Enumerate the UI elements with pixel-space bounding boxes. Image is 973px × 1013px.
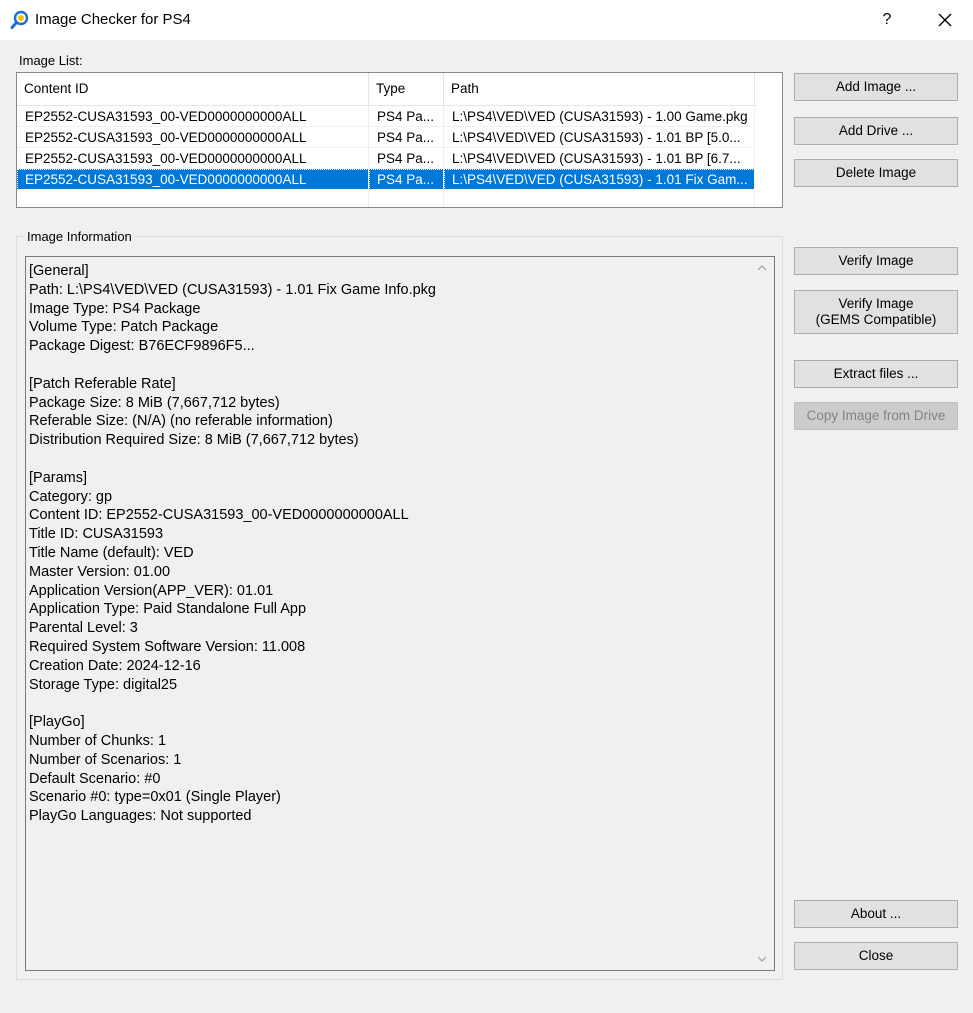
- close-window-icon[interactable]: [929, 6, 961, 34]
- scroll-down-icon[interactable]: [756, 954, 768, 964]
- info-line: Category: gp: [29, 488, 113, 505]
- cell-type: PS4 Pa...: [369, 127, 444, 148]
- add-image-button[interactable]: Add Image ...: [794, 73, 958, 101]
- info-text: [General] Path: L:\PS4\VED\VED (CUSA31593…: [29, 262, 436, 826]
- empty-cell: [369, 190, 444, 207]
- info-line: Distribution Required Size: 8 MiB (7,667…: [29, 432, 359, 449]
- column-header-content-id[interactable]: Content ID: [17, 73, 369, 105]
- info-line: Storage Type: digital25: [29, 676, 178, 693]
- info-line: [29, 694, 436, 713]
- help-button[interactable]: ?: [871, 6, 903, 34]
- image-information-label: Image Information: [24, 229, 135, 244]
- vertical-scrollbar[interactable]: [750, 257, 774, 970]
- column-header-path[interactable]: Path: [444, 73, 755, 105]
- empty-cell: [444, 190, 755, 207]
- image-information-textbox[interactable]: [General] Path: L:\PS4\VED\VED (CUSA31593…: [25, 256, 775, 971]
- info-line: Application Version(APP_VER): 01.01: [29, 582, 274, 599]
- cell-type: PS4 Pa...: [369, 169, 444, 190]
- scroll-up-icon[interactable]: [756, 263, 768, 273]
- info-line: [PlayGo]: [29, 714, 85, 731]
- verify-image-button[interactable]: Verify Image: [794, 247, 958, 275]
- info-line: Default Scenario: #0: [29, 770, 161, 787]
- image-list-view[interactable]: Content ID Type Path EP2552-CUSA31593_00…: [16, 72, 783, 208]
- info-line: Volume Type: Patch Package: [29, 319, 219, 336]
- info-line: [Params]: [29, 469, 88, 486]
- info-line: Master Version: 01.00: [29, 563, 171, 580]
- info-line: PlayGo Languages: Not supported: [29, 808, 252, 825]
- table-row[interactable]: EP2552-CUSA31593_00-VED0000000000ALL PS4 …: [17, 127, 755, 148]
- info-line: Package Digest: B76ECF9896F5...: [29, 338, 255, 355]
- verify-image-gems-button[interactable]: Verify Image (GEMS Compatible): [794, 290, 958, 334]
- cell-content-id: EP2552-CUSA31593_00-VED0000000000ALL: [17, 127, 369, 148]
- info-line: [29, 356, 436, 375]
- cell-content-id: EP2552-CUSA31593_00-VED0000000000ALL: [17, 106, 369, 127]
- table-row[interactable]: EP2552-CUSA31593_00-VED0000000000ALL PS4 …: [17, 169, 755, 190]
- info-line: Content ID: EP2552-CUSA31593_00-VED00000…: [29, 507, 409, 524]
- close-button[interactable]: Close: [794, 942, 958, 970]
- cell-path: L:\PS4\VED\VED (CUSA31593) - 1.00 Game.p…: [444, 106, 755, 127]
- image-list-label: Image List:: [19, 53, 83, 68]
- info-line: [Patch Referable Rate]: [29, 375, 176, 392]
- title-bar: Image Checker for PS4 ?: [0, 0, 973, 40]
- about-button[interactable]: About ...: [794, 900, 958, 928]
- add-drive-button[interactable]: Add Drive ...: [794, 117, 958, 145]
- list-header: Content ID Type Path: [17, 73, 757, 106]
- cell-path: L:\PS4\VED\VED (CUSA31593) - 1.01 Fix Ga…: [444, 169, 755, 190]
- info-line: Application Type: Paid Standalone Full A…: [29, 601, 307, 618]
- extract-files-button[interactable]: Extract files ...: [794, 360, 958, 388]
- info-line: Package Size: 8 MiB (7,667,712 bytes): [29, 394, 280, 411]
- info-line: Referable Size: (N/A) (no referable info…: [29, 413, 333, 430]
- info-line: [29, 450, 436, 469]
- info-line: Path: L:\PS4\VED\VED (CUSA31593) - 1.01 …: [29, 281, 436, 298]
- info-line: Number of Scenarios: 1: [29, 751, 182, 768]
- empty-row: [17, 190, 755, 207]
- info-line: Title Name (default): VED: [29, 544, 194, 561]
- info-line: Creation Date: 2024-12-16: [29, 657, 201, 674]
- info-line: Title ID: CUSA31593: [29, 526, 164, 543]
- info-line: Parental Level: 3: [29, 620, 138, 637]
- verify-image-gems-label: Verify Image (GEMS Compatible): [815, 296, 937, 327]
- window-title: Image Checker for PS4: [35, 11, 191, 28]
- table-row[interactable]: EP2552-CUSA31593_00-VED0000000000ALL PS4 …: [17, 106, 755, 127]
- copy-image-from-drive-button[interactable]: Copy Image from Drive: [794, 402, 958, 430]
- info-line: Scenario #0: type=0x01 (Single Player): [29, 789, 281, 806]
- cell-type: PS4 Pa...: [369, 106, 444, 127]
- column-header-type[interactable]: Type: [369, 73, 444, 105]
- magnifier-app-icon: [10, 10, 29, 29]
- table-row[interactable]: EP2552-CUSA31593_00-VED0000000000ALL PS4 …: [17, 148, 755, 169]
- cell-content-id: EP2552-CUSA31593_00-VED0000000000ALL: [17, 148, 369, 169]
- cell-path: L:\PS4\VED\VED (CUSA31593) - 1.01 BP [5.…: [444, 127, 755, 148]
- cell-path: L:\PS4\VED\VED (CUSA31593) - 1.01 BP [6.…: [444, 148, 755, 169]
- info-line: Image Type: PS4 Package: [29, 300, 201, 317]
- info-line: Number of Chunks: 1: [29, 732, 167, 749]
- cell-content-id: EP2552-CUSA31593_00-VED0000000000ALL: [17, 169, 369, 190]
- info-line: [General]: [29, 263, 89, 279]
- info-line: Required System Software Version: 11.008: [29, 638, 306, 655]
- delete-image-button[interactable]: Delete Image: [794, 159, 958, 187]
- cell-type: PS4 Pa...: [369, 148, 444, 169]
- empty-cell: [17, 190, 369, 207]
